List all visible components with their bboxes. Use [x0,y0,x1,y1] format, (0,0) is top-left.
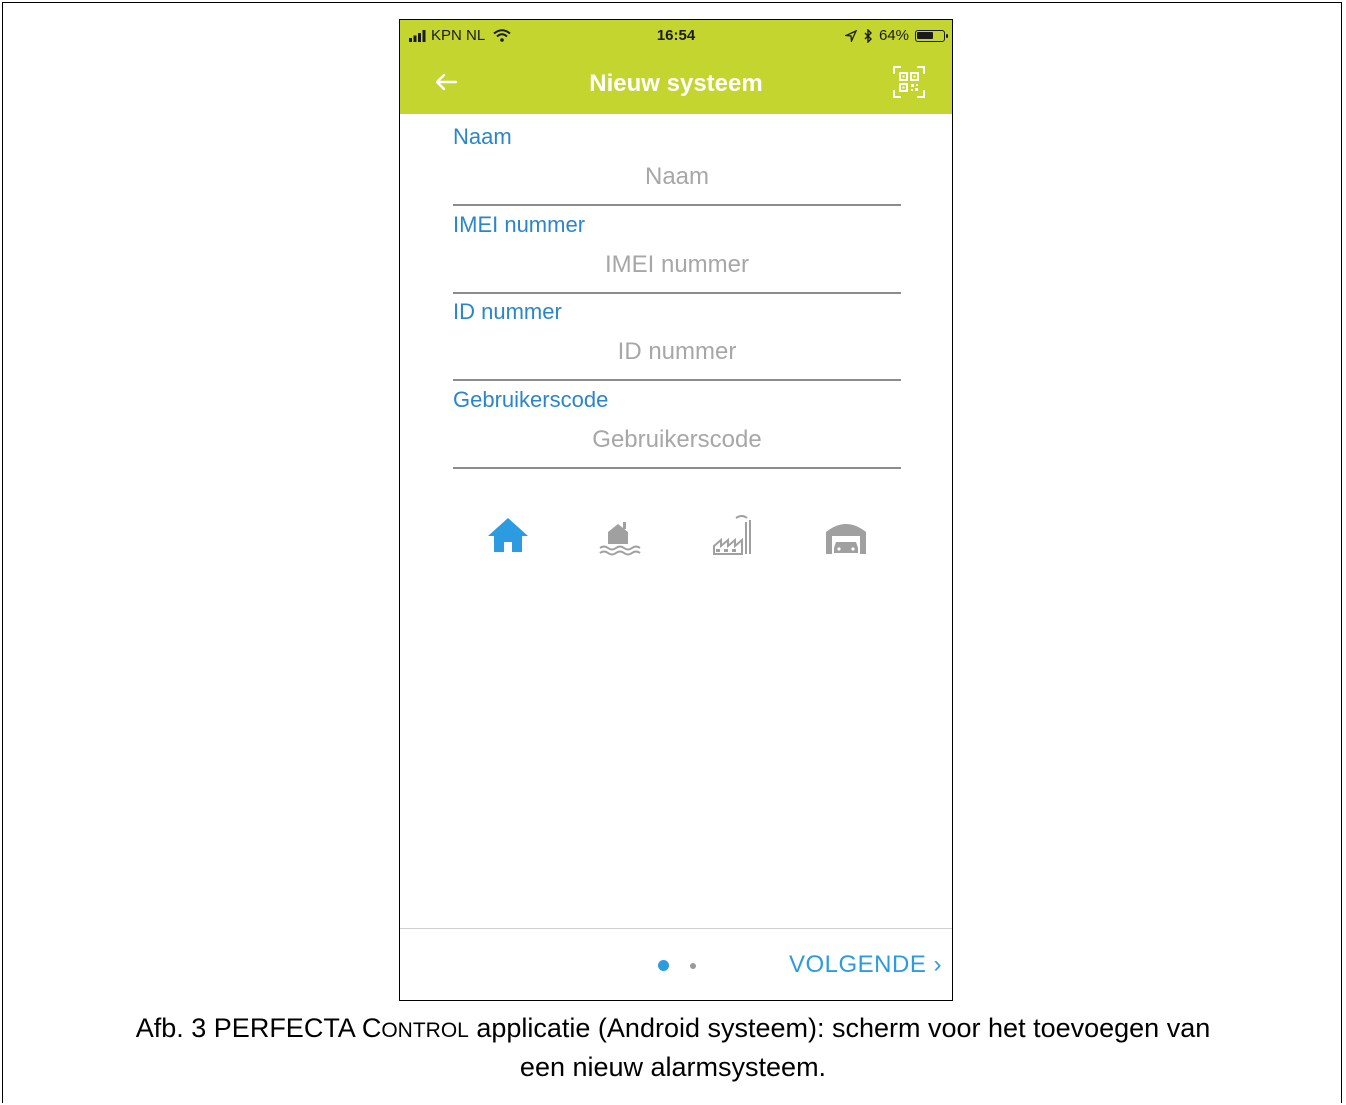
status-bar: KPN NL 16:54 64% [400,20,952,50]
battery-tip [946,33,948,38]
id-input[interactable] [453,332,901,372]
garage-icon[interactable] [818,510,874,560]
name-underline [453,204,901,206]
imei-underline [453,292,901,294]
user-code-underline [453,467,901,469]
footer-divider [400,928,952,929]
lake-house-icon[interactable] [592,510,648,560]
location-arrow-icon [844,29,857,42]
imei-field: IMEI nummer [453,212,901,294]
id-field: ID nummer [453,299,901,381]
bluetooth-icon [864,28,872,43]
imei-input[interactable] [453,245,901,285]
system-type-selector [480,510,880,560]
id-underline [453,379,901,381]
factory-icon[interactable] [706,510,762,560]
user-code-label: Gebruikerscode [453,387,609,412]
name-field: Naam [453,124,901,206]
caption-small-caps: ONTROL [381,1019,469,1042]
battery-percent: 64% [878,27,909,44]
user-code-input[interactable] [453,420,901,460]
caption-prefix: Afb. 3 PERFECTA C [135,1013,382,1043]
status-right: 64% [844,27,948,44]
app-bar: Nieuw systeem [400,50,952,114]
caption-line-2: een nieuw alarmsysteem. [519,1052,827,1082]
page-indicator [658,960,696,971]
battery-icon [915,29,948,42]
next-button[interactable]: VOLGENDE › [789,951,942,979]
name-label: Naam [453,124,512,149]
qr-scan-icon[interactable] [892,65,926,99]
name-input[interactable] [453,157,901,197]
battery-level [917,31,933,39]
figure-caption: Afb. 3 PERFECTA CONTROL applicatie (Andr… [0,1010,1346,1085]
imei-label: IMEI nummer [453,212,586,237]
phone-screen: KPN NL 16:54 64% Nieuw systeem Naam Naam… [399,19,953,1001]
caption-suffix: applicatie (Android systeem): scherm voo… [468,1013,1211,1043]
page-title: Nieuw systeem [589,70,763,97]
id-label: ID nummer [453,299,562,324]
user-code-field: Gebruikerscode [453,387,901,469]
house-icon[interactable] [480,510,536,560]
page-dot-active [658,960,669,971]
page-dot [690,962,696,969]
